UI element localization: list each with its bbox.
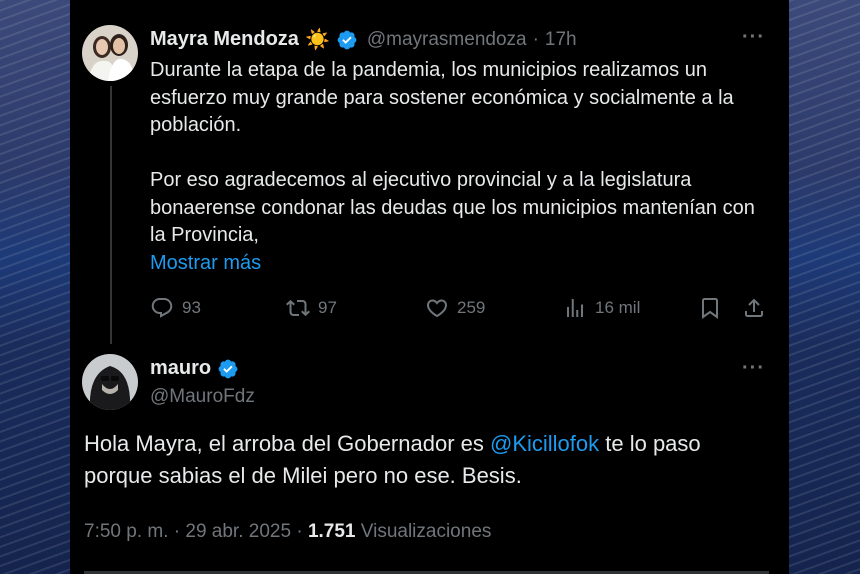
share-icon xyxy=(745,298,763,317)
avatar-mauro[interactable] xyxy=(82,354,138,410)
show-more-link[interactable]: Mostrar más xyxy=(150,250,775,278)
views-button[interactable]: 16 mil xyxy=(563,296,640,320)
retweet-icon xyxy=(286,299,310,317)
reply-text-start: Hola Mayra, el arroba del Gobernador es xyxy=(84,431,490,456)
parent-author-name[interactable]: Mayra Mendoza xyxy=(150,28,299,51)
parent-time[interactable]: 17h xyxy=(545,29,577,51)
more-options-icon[interactable]: ··· xyxy=(742,357,765,380)
meta-separator: · xyxy=(173,521,181,542)
reply-button[interactable]: 93 xyxy=(150,296,201,320)
parent-author-row: Mayra Mendoza ☀️ @mayrasmendoza · 17h xyxy=(150,27,577,52)
background-left xyxy=(0,0,70,574)
retweet-button[interactable]: 97 xyxy=(286,296,337,320)
parent-author-handle[interactable]: @mayrasmendoza xyxy=(367,29,527,51)
verified-badge-icon xyxy=(337,30,357,49)
bookmark-button[interactable] xyxy=(698,296,730,320)
thread-connector xyxy=(110,86,112,344)
reply-icon xyxy=(151,298,173,318)
parent-tweet-text: Durante la etapa de la pandemia, los mun… xyxy=(150,57,775,277)
share-button[interactable] xyxy=(742,296,774,320)
tweet-thread: Mayra Mendoza ☀️ @mayrasmendoza · 17h ··… xyxy=(70,0,789,574)
background-right xyxy=(789,0,860,574)
analytics-icon xyxy=(567,299,583,317)
retweet-count: 97 xyxy=(318,298,337,317)
more-options-icon[interactable]: ··· xyxy=(742,26,765,49)
reply-views-label: Visualizaciones xyxy=(360,521,492,542)
mention-link[interactable]: @Kicillofok xyxy=(490,431,599,456)
reply-views-count: 1.751 xyxy=(307,521,356,542)
reply-author-name[interactable]: mauro xyxy=(150,357,211,380)
views-count: 16 mil xyxy=(595,298,641,317)
parent-action-bar: 93 97 259 16 mil xyxy=(150,296,770,324)
reply-count: 93 xyxy=(182,298,201,317)
like-count: 259 xyxy=(457,298,486,317)
reply-time[interactable]: 7:50 p. m. xyxy=(84,521,169,542)
verified-badge-icon xyxy=(218,359,238,378)
reply-date[interactable]: 29 abr. 2025 xyxy=(185,521,291,542)
reply-meta: 7:50 p. m. · 29 abr. 2025 · 1.751 Visual… xyxy=(84,521,491,543)
like-button[interactable]: 259 xyxy=(425,296,485,320)
bookmark-icon xyxy=(702,298,718,319)
avatar-mayra[interactable] xyxy=(82,25,138,81)
reply-tweet-text: Hola Mayra, el arroba del Gobernador es … xyxy=(84,428,774,492)
sun-emoji-icon: ☀️ xyxy=(304,29,330,51)
reply-author-handle[interactable]: @MauroFdz xyxy=(150,386,255,408)
dot-separator: · xyxy=(532,28,539,50)
parent-text-paragraph-2: Por eso agradecemos al ejecutivo provinc… xyxy=(150,169,755,246)
reply-author-row: mauro xyxy=(150,357,239,380)
meta-separator: · xyxy=(296,521,303,542)
parent-text-paragraph-1: Durante la etapa de la pandemia, los mun… xyxy=(150,59,734,136)
heart-icon xyxy=(426,299,448,318)
